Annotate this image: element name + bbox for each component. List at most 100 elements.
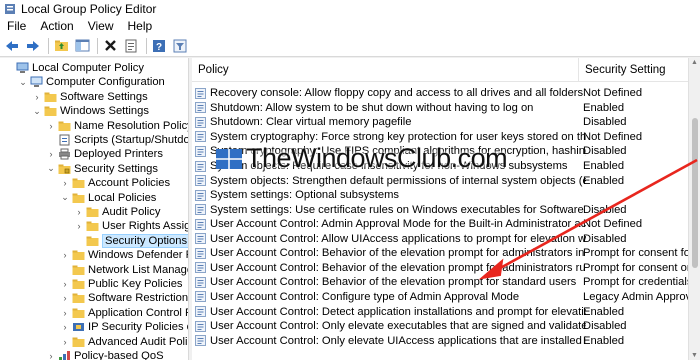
printer-icon xyxy=(58,148,71,160)
security-setting-value: Prompt for consent for ... xyxy=(583,247,688,260)
tree-item[interactable]: › Advanced Audit Policy C xyxy=(60,335,189,349)
policy-row[interactable]: User Account Control: Behavior of the el… xyxy=(192,261,688,276)
back-button[interactable] xyxy=(3,37,21,55)
expand-chevron-icon[interactable]: › xyxy=(60,279,70,289)
policy-row[interactable]: User Account Control: Allow UIAccess app… xyxy=(192,232,688,247)
tree-item[interactable]: › Name Resolution Policy xyxy=(46,119,189,133)
tree-item[interactable]: › Windows Defender Firew xyxy=(60,248,189,262)
delete-button[interactable] xyxy=(101,37,119,55)
menu-bar: File Action View Help xyxy=(0,17,700,35)
column-header-security-setting[interactable]: Security Setting xyxy=(579,58,688,82)
policy-row[interactable]: Shutdown: Clear virtual memory pagefile D… xyxy=(192,115,688,130)
expand-chevron-icon[interactable]: › xyxy=(60,250,70,260)
security-setting-value: Disabled xyxy=(583,203,627,216)
collapse-chevron-icon[interactable]: ⌄ xyxy=(32,106,42,116)
tree-item[interactable]: › Account Policies xyxy=(60,176,171,190)
expand-chevron-icon[interactable]: › xyxy=(60,308,70,318)
scrollbar-thumb[interactable] xyxy=(692,118,698,268)
policy-setting-icon xyxy=(195,291,206,303)
forward-arrow-icon xyxy=(27,40,39,51)
expand-chevron-icon[interactable]: › xyxy=(60,337,70,347)
tree-item[interactable]: ⌄ Computer Configuration xyxy=(18,75,165,89)
column-header-policy[interactable]: Policy xyxy=(192,58,579,82)
scroll-up-arrow-icon[interactable]: ▲ xyxy=(691,59,698,66)
tree-item[interactable]: › Application Control Polic xyxy=(60,306,189,320)
policy-row[interactable]: System objects: Require case insensitivi… xyxy=(192,159,688,174)
policy-row[interactable]: System cryptography: Use FIPS compliant … xyxy=(192,144,688,159)
toolbar-separator xyxy=(97,37,98,54)
policy-setting-icon xyxy=(195,335,206,347)
collapse-chevron-icon[interactable]: ⌄ xyxy=(60,192,70,203)
security-setting-value: Enabled xyxy=(583,305,625,318)
policy-setting-icon xyxy=(195,116,206,128)
expand-chevron-icon[interactable]: › xyxy=(60,293,70,303)
tree-item[interactable]: Local Computer Policy xyxy=(4,61,144,75)
title-bar: Local Group Policy Editor xyxy=(0,0,700,17)
scroll-down-arrow-icon[interactable]: ▼ xyxy=(691,352,698,359)
policy-setting-icon xyxy=(195,247,206,259)
menu-action[interactable]: Action xyxy=(33,19,80,33)
policy-row[interactable]: User Account Control: Behavior of the el… xyxy=(192,275,688,290)
policy-setting-icon xyxy=(195,102,206,114)
tree-item[interactable]: Security Options xyxy=(74,233,188,248)
expand-chevron-icon[interactable]: › xyxy=(46,351,56,360)
tree-item[interactable]: ⌄ Windows Settings xyxy=(32,104,149,118)
up-button[interactable] xyxy=(52,37,70,55)
expand-chevron-icon[interactable]: › xyxy=(60,178,70,188)
policy-row[interactable]: User Account Control: Detect application… xyxy=(192,304,688,319)
menu-help[interactable]: Help xyxy=(121,19,160,33)
policy-row[interactable]: User Account Control: Only elevate execu… xyxy=(192,319,688,334)
policy-name: Shutdown: Clear virtual memory pagefile xyxy=(210,116,412,129)
tree-item[interactable]: › Audit Policy xyxy=(74,205,161,219)
policy-editor-icon xyxy=(5,3,15,14)
tree-item[interactable]: › Software Restriction Polic xyxy=(60,291,189,305)
expand-chevron-icon[interactable]: › xyxy=(46,149,56,159)
policy-row[interactable]: System settings: Use certificate rules o… xyxy=(192,202,688,217)
forward-button[interactable] xyxy=(24,37,42,55)
security-setting-value: Disabled xyxy=(583,116,627,129)
collapse-chevron-icon[interactable]: ⌄ xyxy=(46,163,56,174)
tree-item[interactable]: Network List Manager Po xyxy=(60,263,188,277)
policy-row[interactable]: User Account Control: Only elevate UIAcc… xyxy=(192,333,688,348)
policy-row[interactable]: System cryptography: Force strong key pr… xyxy=(192,130,688,145)
folder-icon xyxy=(86,206,99,218)
expand-chevron-icon[interactable]: › xyxy=(32,92,42,102)
policy-row[interactable]: User Account Control: Configure type of … xyxy=(192,290,688,305)
policy-row[interactable]: User Account Control: Admin Approval Mod… xyxy=(192,217,688,232)
policy-name: System settings: Use certificate rules o… xyxy=(210,203,586,216)
policy-row[interactable]: User Account Control: Behavior of the el… xyxy=(192,246,688,261)
menu-file[interactable]: File xyxy=(4,19,33,33)
policy-row[interactable]: System objects: Strengthen default permi… xyxy=(192,173,688,188)
back-arrow-icon xyxy=(6,40,18,51)
tree-item-label: Security Options xyxy=(102,233,188,248)
security-icon xyxy=(58,163,71,175)
tree-item[interactable]: › IP Security Policies on Lo xyxy=(60,320,189,334)
tree-item[interactable]: › Public Key Policies xyxy=(60,277,183,291)
expand-chevron-icon[interactable]: › xyxy=(46,121,56,131)
policy-name: System objects: Strengthen default permi… xyxy=(210,174,586,187)
properties-button[interactable] xyxy=(122,37,140,55)
vertical-scrollbar[interactable]: ▲ ▼ xyxy=(688,58,700,360)
tree-item-label: Audit Policy xyxy=(102,206,161,218)
properties-icon xyxy=(125,39,137,52)
policy-row[interactable]: Recovery console: Allow floppy copy and … xyxy=(192,86,688,101)
tree-item[interactable]: ⌄ Security Settings xyxy=(46,162,158,176)
collapse-chevron-icon[interactable]: ⌄ xyxy=(18,77,28,87)
tree-item[interactable]: › Software Settings xyxy=(32,90,148,104)
policy-row[interactable]: Shutdown: Allow system to be shut down w… xyxy=(192,101,688,116)
show-hide-tree-button[interactable] xyxy=(73,37,91,55)
expand-chevron-icon[interactable]: › xyxy=(74,221,84,231)
filter-button[interactable] xyxy=(171,37,189,55)
policy-row[interactable]: System settings: Optional subsystems xyxy=(192,188,688,203)
menu-view[interactable]: View xyxy=(81,19,121,33)
tree-item[interactable]: ⌄ Local Policies xyxy=(60,191,156,205)
expand-chevron-icon[interactable]: › xyxy=(74,207,84,217)
tree-item[interactable]: › User Rights Assignme xyxy=(74,219,189,233)
tree-item[interactable]: › Deployed Printers xyxy=(46,147,163,161)
folder-icon xyxy=(86,220,99,232)
tree-item[interactable]: Scripts (Startup/Shutdown) xyxy=(46,133,188,147)
help-button[interactable]: ? xyxy=(150,37,168,55)
tree-item[interactable]: › Policy-based QoS xyxy=(46,349,164,360)
expand-chevron-icon[interactable]: › xyxy=(60,322,70,332)
